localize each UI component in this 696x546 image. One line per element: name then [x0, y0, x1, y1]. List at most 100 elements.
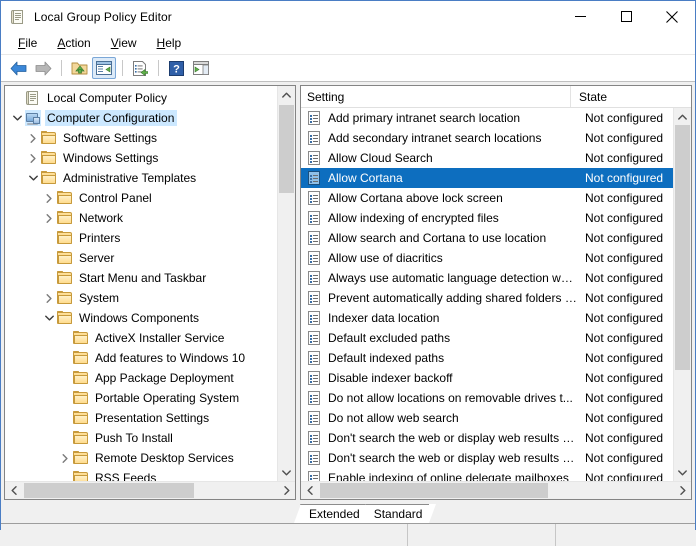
chevron-right-icon[interactable]: [25, 150, 41, 166]
list-scroll-right-button[interactable]: [674, 482, 691, 499]
tab-extended[interactable]: Extended: [300, 504, 367, 523]
back-button[interactable]: [6, 57, 30, 79]
status-bar-panel-3: [555, 524, 695, 546]
tree-item[interactable]: Presentation Settings: [5, 408, 277, 428]
tree-scroll-thumb[interactable]: [279, 105, 294, 193]
chevron-down-icon[interactable]: [9, 110, 25, 126]
chevron-right-icon[interactable]: [57, 450, 73, 466]
tree-expander-spacer: [57, 370, 73, 386]
tree-item[interactable]: Network: [5, 208, 277, 228]
table-row[interactable]: Don't search the web or display web resu…: [301, 448, 673, 468]
policy-setting-icon: [306, 350, 322, 366]
table-row[interactable]: Allow indexing of encrypted filesNot con…: [301, 208, 673, 228]
list-scroll-track[interactable]: [674, 125, 691, 464]
menu-view[interactable]: View: [102, 34, 146, 52]
up-one-level-button[interactable]: [67, 57, 91, 79]
table-row[interactable]: Prevent automatically adding shared fold…: [301, 288, 673, 308]
export-list-button[interactable]: [128, 57, 152, 79]
chevron-right-icon[interactable]: [41, 290, 57, 306]
menu-file[interactable]: File: [9, 34, 46, 52]
table-row[interactable]: Disable indexer backoffNot configured: [301, 368, 673, 388]
table-row[interactable]: Allow Cloud SearchNot configured: [301, 148, 673, 168]
tree-item[interactable]: System: [5, 288, 277, 308]
tree-item[interactable]: App Package Deployment: [5, 368, 277, 388]
table-row[interactable]: Enable indexing of online delegate mailb…: [301, 468, 673, 481]
column-header-state[interactable]: State: [571, 86, 691, 107]
maximize-button[interactable]: [603, 1, 649, 32]
tree-hscroll-track[interactable]: [22, 482, 278, 499]
setting-state-cell: Not configured: [577, 151, 673, 165]
list-hscroll-thumb[interactable]: [320, 483, 548, 498]
table-row[interactable]: Always use automatic language detection …: [301, 268, 673, 288]
table-row[interactable]: Allow CortanaNot configured: [301, 168, 673, 188]
tree-item[interactable]: Computer Configuration: [5, 108, 277, 128]
menu-action[interactable]: Action: [48, 34, 99, 52]
tree-scroll-track[interactable]: [278, 103, 295, 464]
table-row[interactable]: Don't search the web or display web resu…: [301, 428, 673, 448]
table-row[interactable]: Allow Cortana above lock screenNot confi…: [301, 188, 673, 208]
list-vertical-scrollbar[interactable]: [673, 108, 691, 481]
settings-list[interactable]: Add primary intranet search locationNot …: [301, 108, 673, 481]
forward-button[interactable]: [31, 57, 55, 79]
table-row[interactable]: Indexer data locationNot configured: [301, 308, 673, 328]
table-row[interactable]: Do not allow web searchNot configured: [301, 408, 673, 428]
tree-item[interactable]: ActiveX Installer Service: [5, 328, 277, 348]
tree-item[interactable]: Push To Install: [5, 428, 277, 448]
minimize-button[interactable]: [557, 1, 603, 32]
chevron-right-icon[interactable]: [41, 190, 57, 206]
list-scroll-thumb[interactable]: [675, 125, 690, 370]
tree-item[interactable]: Portable Operating System: [5, 388, 277, 408]
table-row[interactable]: Default indexed pathsNot configured: [301, 348, 673, 368]
tree-item[interactable]: Control Panel: [5, 188, 277, 208]
tree-hscroll-thumb[interactable]: [24, 483, 194, 498]
tree-scroll-right-button[interactable]: [278, 482, 295, 499]
computer-icon: [25, 110, 41, 126]
setting-state-cell: Not configured: [577, 231, 673, 245]
chevron-down-icon[interactable]: [25, 170, 41, 186]
table-row[interactable]: Do not allow locations on removable driv…: [301, 388, 673, 408]
tree-vertical-scrollbar[interactable]: [277, 86, 295, 481]
help-button[interactable]: ?: [164, 57, 188, 79]
tree-item[interactable]: Server: [5, 248, 277, 268]
tree-item[interactable]: Printers: [5, 228, 277, 248]
tree-item[interactable]: Administrative Templates: [5, 168, 277, 188]
tree-item[interactable]: Local Computer Policy: [5, 88, 277, 108]
tree-scroll-left-button[interactable]: [5, 482, 22, 499]
chevron-right-icon[interactable]: [25, 130, 41, 146]
tree-item[interactable]: Start Menu and Taskbar: [5, 268, 277, 288]
tree-item[interactable]: Remote Desktop Services: [5, 448, 277, 468]
list-scroll-up-button[interactable]: [674, 108, 691, 125]
tree-item[interactable]: Windows Components: [5, 308, 277, 328]
list-scroll-down-button[interactable]: [674, 464, 691, 481]
list-hscroll-track[interactable]: [318, 482, 674, 499]
close-button[interactable]: [649, 1, 695, 32]
table-row[interactable]: Add primary intranet search locationNot …: [301, 108, 673, 128]
chevron-right-icon[interactable]: [41, 210, 57, 226]
table-row[interactable]: Allow search and Cortana to use location…: [301, 228, 673, 248]
setting-state-cell: Not configured: [577, 291, 673, 305]
chevron-down-icon[interactable]: [41, 310, 57, 326]
tree-item[interactable]: Add features to Windows 10: [5, 348, 277, 368]
tree-scroll-down-button[interactable]: [278, 464, 295, 481]
tree-item[interactable]: Software Settings: [5, 128, 277, 148]
folder-icon: [41, 150, 57, 166]
list-horizontal-scrollbar[interactable]: [301, 481, 691, 499]
tree-scroll-up-button[interactable]: [278, 86, 295, 103]
column-header-setting[interactable]: Setting: [301, 86, 571, 107]
list-scroll-left-button[interactable]: [301, 482, 318, 499]
tab-standard[interactable]: Standard: [365, 504, 430, 523]
table-row[interactable]: Default excluded pathsNot configured: [301, 328, 673, 348]
setting-name-cell: Do not allow locations on removable driv…: [328, 391, 577, 405]
menu-help[interactable]: Help: [148, 34, 191, 52]
tree-item[interactable]: Windows Settings: [5, 148, 277, 168]
table-row[interactable]: Add secondary intranet search locationsN…: [301, 128, 673, 148]
setting-name-cell: Add secondary intranet search locations: [328, 131, 577, 145]
tree-item[interactable]: RSS Feeds: [5, 468, 277, 481]
table-row[interactable]: Allow use of diacriticsNot configured: [301, 248, 673, 268]
folder-icon: [57, 230, 73, 246]
show-hide-console-tree-button[interactable]: [92, 57, 116, 79]
show-hide-action-pane-button[interactable]: [189, 57, 213, 79]
tree-horizontal-scrollbar[interactable]: [5, 481, 295, 499]
setting-state-cell: Not configured: [577, 391, 673, 405]
console-tree-list[interactable]: Local Computer PolicyComputer Configurat…: [5, 86, 277, 481]
